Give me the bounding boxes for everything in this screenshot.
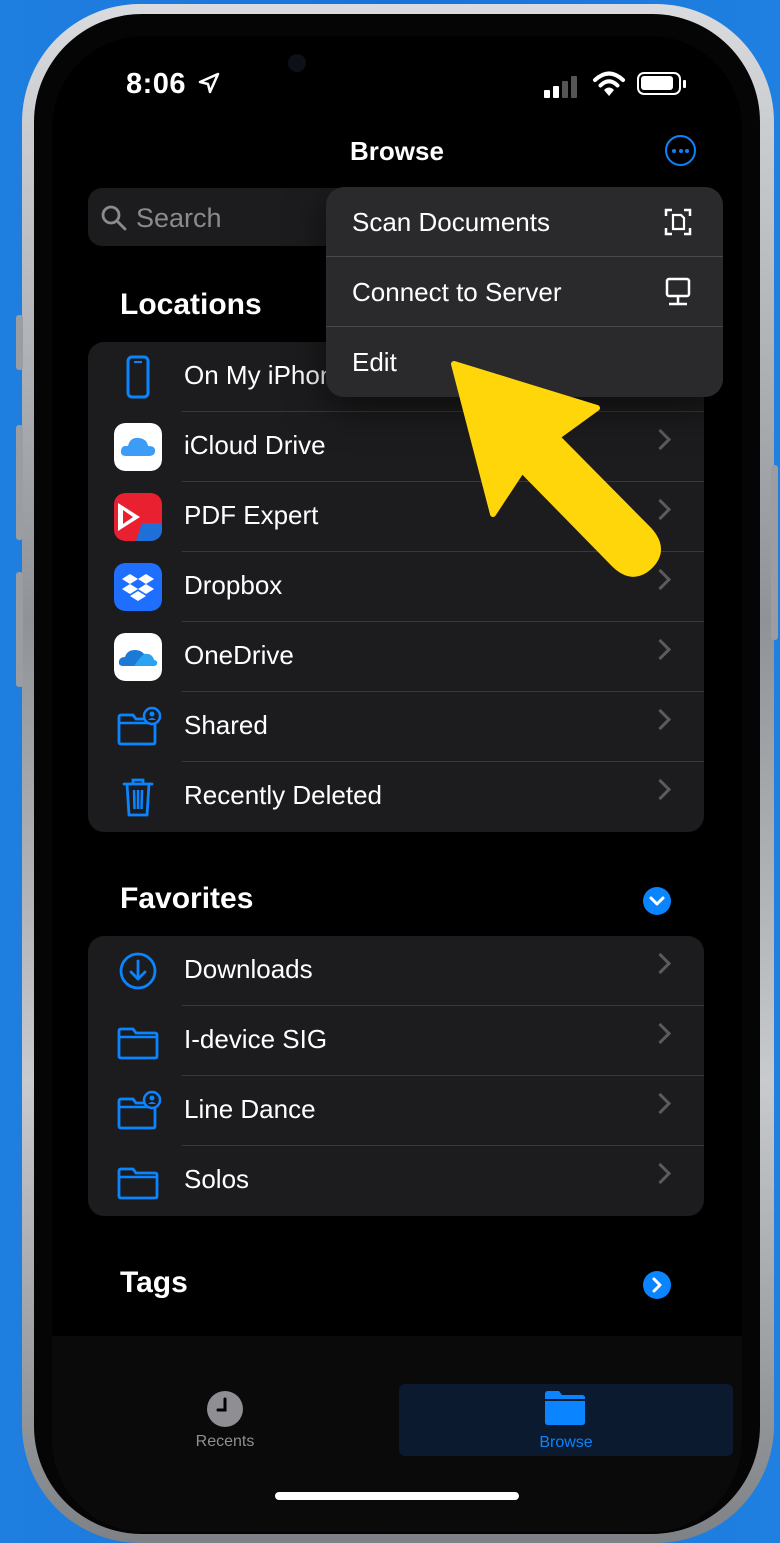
page-title: Browse: [350, 136, 444, 166]
volume-down-button: [16, 572, 23, 687]
more-options-button[interactable]: [665, 135, 696, 166]
pdf-expert-icon: [114, 493, 162, 541]
location-item-label: Shared: [184, 710, 268, 740]
camera-dot: [288, 54, 306, 72]
chevron-down-icon: [649, 896, 665, 906]
favorite-item-downloads[interactable]: Downloads: [88, 936, 704, 1006]
annotation-arrow: [451, 361, 661, 577]
favorite-item-i-device-sig[interactable]: I-device SIG: [88, 1006, 704, 1076]
location-item-label: Dropbox: [184, 570, 283, 600]
chevron-right-icon: [649, 778, 672, 801]
clock-icon: [207, 1391, 243, 1427]
favorites-list: Downloads I-device SIG Line Dance Solos: [88, 936, 704, 1216]
favorite-item-solos[interactable]: Solos: [88, 1146, 704, 1216]
search-input[interactable]: Search: [136, 203, 222, 234]
home-indicator[interactable]: [275, 1492, 519, 1500]
shared-folder-icon: [117, 1090, 162, 1130]
favorite-item-label: Downloads: [184, 954, 313, 984]
volume-up-button: [16, 425, 23, 540]
scan-document-icon: [664, 208, 692, 236]
onedrive-icon: [114, 633, 162, 681]
folder-icon: [117, 1167, 159, 1200]
favorites-collapse-button[interactable]: [643, 887, 671, 915]
icloud-icon: [114, 423, 162, 471]
favorites-heading: Favorites: [120, 882, 254, 915]
chevron-right-icon: [649, 952, 672, 975]
mute-switch: [16, 315, 23, 370]
trash-icon: [122, 778, 154, 817]
location-item-label: PDF Expert: [184, 500, 319, 530]
folder-icon: [117, 1027, 159, 1060]
tab-browse-label: Browse: [539, 1434, 593, 1451]
chevron-right-icon: [649, 1022, 672, 1045]
chevron-right-icon: [649, 1162, 672, 1185]
favorite-item-label: Line Dance: [184, 1094, 316, 1124]
location-item-shared[interactable]: Shared: [88, 692, 704, 762]
menu-item-label: Scan Documents: [352, 207, 550, 237]
location-arrow-icon: [198, 72, 219, 94]
chevron-right-icon: [649, 1092, 672, 1115]
iphone-icon: [126, 355, 150, 399]
menu-item-label: Connect to Server: [352, 277, 562, 307]
favorite-item-line-dance[interactable]: Line Dance: [88, 1076, 704, 1146]
menu-item-label: Edit: [352, 347, 397, 377]
tags-expand-button[interactable]: [643, 1271, 671, 1299]
cellular-signal-icon: [544, 76, 580, 98]
chevron-right-icon: [649, 638, 672, 661]
tab-recents[interactable]: Recents: [142, 1381, 308, 1457]
download-icon: [119, 952, 157, 990]
status-time: 8:06: [126, 68, 221, 101]
battery-icon: [637, 72, 686, 95]
favorite-item-label: I-device SIG: [184, 1024, 328, 1054]
location-item-onedrive[interactable]: OneDrive: [88, 622, 704, 692]
screen: 8:06 Browse Search Locations On My iPhon…: [52, 36, 742, 1532]
location-item-label: iCloud Drive: [184, 430, 326, 460]
power-button: [771, 465, 778, 640]
tab-recents-label: Recents: [195, 1433, 255, 1450]
location-item-label: Recently Deleted: [184, 780, 382, 810]
location-item-recently-deleted[interactable]: Recently Deleted: [88, 762, 704, 832]
favorite-item-label: Solos: [184, 1164, 250, 1194]
dropbox-icon: [114, 563, 162, 611]
wifi-icon: [593, 71, 625, 96]
search-icon: [101, 205, 127, 231]
chevron-right-icon: [652, 1277, 662, 1293]
folder-fill-icon: [545, 1391, 585, 1425]
location-item-label: On My iPhone: [184, 360, 349, 390]
chevron-right-icon: [649, 708, 672, 731]
shared-folder-icon: [117, 706, 162, 746]
menu-item-connect-to-server[interactable]: Connect to Server: [326, 257, 723, 327]
locations-heading: Locations: [120, 288, 262, 321]
tab-browse[interactable]: Browse: [399, 1384, 733, 1456]
location-item-label: OneDrive: [184, 640, 294, 670]
server-icon: [665, 277, 691, 306]
menu-item-scan-documents[interactable]: Scan Documents: [326, 187, 723, 257]
tags-heading: Tags: [120, 1266, 188, 1299]
